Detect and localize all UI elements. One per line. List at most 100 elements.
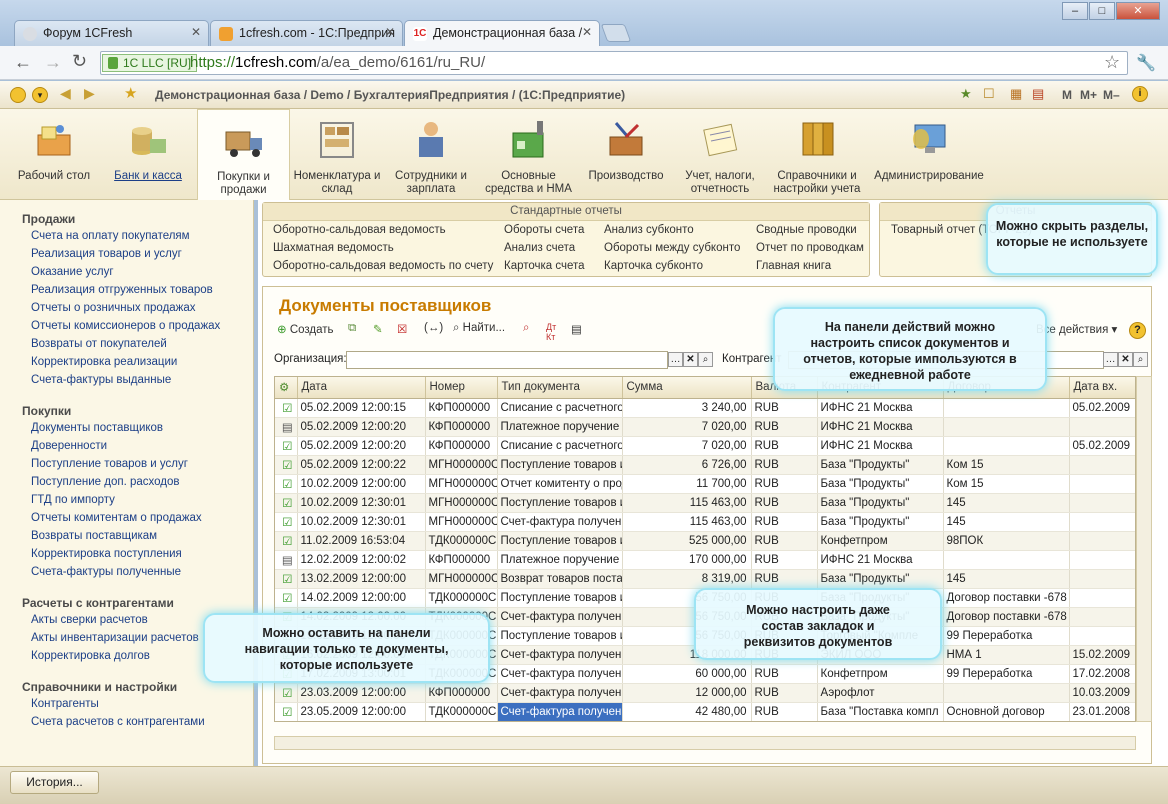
table-row[interactable]: ☑ 23.03.2009 12:00:00 КФП000000 Счет-фактур…	[275, 683, 1135, 703]
delete-mark-icon[interactable]: ☒	[397, 322, 407, 336]
nav-link[interactable]: Корректировка реализации	[31, 356, 177, 368]
close-tab-icon[interactable]: ✕	[582, 25, 592, 39]
nav-link[interactable]: Корректировка поступления	[31, 548, 182, 560]
all-actions-button[interactable]: Все действия ▾	[1036, 322, 1117, 336]
open-magnifier-icon[interactable]: ⌕	[1133, 352, 1148, 367]
column-header[interactable]: Дата	[297, 377, 426, 399]
section-production[interactable]: Производство	[583, 109, 669, 200]
close-tab-icon[interactable]: ✕	[191, 25, 201, 39]
browser-tab[interactable]: Форум 1CFresh ✕	[14, 20, 209, 46]
nav-link[interactable]: Реализация товаров и услуг	[31, 248, 182, 260]
post-icon[interactable]: (↔)	[424, 322, 443, 334]
copy-icon[interactable]: ⧉	[348, 322, 356, 335]
vertical-scrollbar[interactable]	[1136, 376, 1152, 722]
bookmark-icon[interactable]: ☐	[983, 86, 995, 102]
table-row[interactable]: ☑ 05.02.2009 12:00:22 МГН000000С Поступлени…	[275, 455, 1135, 475]
info-icon[interactable]: i	[1132, 86, 1148, 102]
security-badge[interactable]: 1C LLC [RU]	[102, 54, 198, 72]
nav-link[interactable]: Отчеты комиссионеров о продажах	[31, 320, 220, 332]
org-input[interactable]	[346, 351, 668, 369]
table-row[interactable]: ☑ 23.05.2009 12:00:00 ТДК000000С Счет-факту…	[275, 702, 1135, 721]
clear-icon[interactable]: ✕	[1118, 352, 1133, 367]
close-tab-icon[interactable]: ✕	[385, 25, 395, 39]
nav-link[interactable]: Отчеты комитентам о продажах	[31, 512, 202, 524]
minimize-button[interactable]: –	[1062, 2, 1088, 20]
memory-mminus-button[interactable]: M–	[1103, 88, 1120, 102]
nav-link[interactable]: Документы поставщиков	[31, 422, 163, 434]
dropdown-menu-icon[interactable]: ▾	[32, 87, 48, 103]
1c-menu-icon[interactable]	[10, 87, 26, 103]
table-row[interactable]: ☑ 05.02.2009 12:00:15 КФП000000 Списание с …	[275, 398, 1135, 418]
section-references[interactable]: Справочники и настройки учета	[770, 109, 864, 200]
nav-link[interactable]: Счета-фактуры выданные	[31, 374, 171, 386]
close-window-button[interactable]: ✕	[1116, 2, 1160, 20]
table-row[interactable]: ☑ 10.02.2009 12:30:01 МГН000000С Поступлени…	[275, 493, 1135, 513]
favorites-star-icon[interactable]: ★	[124, 84, 137, 102]
table-row[interactable]: ☑ 13.02.2009 12:00:00 МГН000000С Возврат то…	[275, 569, 1135, 589]
report-link[interactable]: Обороты счета	[504, 224, 584, 236]
horizontal-scrollbar[interactable]	[274, 736, 1136, 750]
section-fixed-assets[interactable]: Основные средства и НМА	[482, 109, 575, 200]
report-link[interactable]: Оборотно-сальдовая ведомость по счету	[273, 260, 493, 272]
report-link[interactable]: Анализ счета	[504, 242, 575, 254]
browser-tab[interactable]: 1cfresh.com - 1С:Предприя ✕	[210, 20, 403, 46]
report-link[interactable]: Сводные проводки	[756, 224, 857, 236]
report-link[interactable]: Карточка счета	[504, 260, 585, 272]
edit-pencil-icon[interactable]: ✎	[373, 322, 383, 336]
nav-link[interactable]: Счета расчетов с контрагентами	[31, 716, 205, 728]
section-purchases-sales[interactable]: Покупки и продажи	[197, 109, 290, 200]
forward-arrow-icon[interactable]: →	[44, 52, 62, 73]
section-employees[interactable]: Сотрудники и зарплата	[386, 109, 476, 200]
forward-icon[interactable]: ▶	[84, 85, 95, 102]
nav-link[interactable]: Оказание услуг	[31, 266, 114, 278]
select-dots-button[interactable]: …	[1103, 352, 1118, 367]
section-administration[interactable]: Администрирование	[872, 109, 986, 200]
add-favorite-icon[interactable]: ★	[960, 86, 972, 102]
find-button[interactable]: ⌕ Найти...	[453, 322, 505, 335]
report-link[interactable]: Отчет по проводкам	[756, 242, 864, 254]
nav-link[interactable]: ГТД по импорту	[31, 494, 115, 506]
create-button[interactable]: ⊕ Создать	[277, 322, 334, 336]
help-button[interactable]: ?	[1129, 322, 1146, 339]
section-desktop[interactable]: Рабочий стол	[10, 109, 98, 200]
nav-link[interactable]: Возвраты поставщикам	[31, 530, 157, 542]
report-link[interactable]: Обороты между субконто	[604, 242, 740, 254]
maximize-button[interactable]: □	[1089, 2, 1115, 20]
calendar-icon[interactable]: ▤	[1032, 86, 1044, 102]
column-header[interactable]: Тип документа	[497, 377, 623, 399]
nav-link[interactable]: Поступление товаров и услуг	[31, 458, 188, 470]
nav-link[interactable]: Счета на оплату покупателям	[31, 230, 190, 242]
nav-link[interactable]: Корректировка долгов	[31, 650, 150, 662]
table-row[interactable]: ☑ 11.02.2009 16:53:04 ТДК000000С Поступлени…	[275, 531, 1135, 551]
back-arrow-icon[interactable]: ←	[14, 52, 32, 73]
report-link[interactable]: Карточка субконто	[604, 260, 703, 272]
memory-mplus-button[interactable]: M+	[1080, 88, 1097, 102]
report-link[interactable]: Оборотно-сальдовая ведомость	[273, 224, 446, 236]
nav-link[interactable]: Реализация отгруженных товаров	[31, 284, 213, 296]
report-link[interactable]: Анализ субконто	[604, 224, 694, 236]
section-nomenclature[interactable]: Номенклатура и склад	[292, 109, 382, 200]
url-text[interactable]: https://1cfresh.com/a/ea_demo/6161/ru_RU…	[190, 54, 485, 71]
nav-link[interactable]: Акты инвентаризации расчетов	[31, 632, 199, 644]
open-magnifier-icon[interactable]: ⌕	[698, 352, 713, 367]
section-accounting[interactable]: Учет, налоги, отчетность	[677, 109, 763, 200]
table-row[interactable]: ☑ 05.02.2009 12:00:20 КФП000000 Списание с …	[275, 436, 1135, 456]
nav-link[interactable]: Доверенности	[31, 440, 107, 452]
memory-m-button[interactable]: M	[1062, 88, 1072, 102]
clear-icon[interactable]: ✕	[683, 352, 698, 367]
debit-credit-icon[interactable]: Дт Кт	[546, 322, 556, 342]
table-row[interactable]: ▤ 12.02.2009 12:00:02 КФП000000 Платежное п…	[275, 550, 1135, 570]
nav-link[interactable]: Счета-фактуры полученные	[31, 566, 181, 578]
calculator-icon[interactable]: ▦	[1010, 86, 1022, 102]
column-header[interactable]: Сумма	[622, 377, 752, 399]
column-header[interactable]: Номер	[425, 377, 498, 399]
select-dots-button[interactable]: …	[668, 352, 683, 367]
nav-link[interactable]: Отчеты о розничных продажах	[31, 302, 196, 314]
nav-link[interactable]: Контрагенты	[31, 698, 99, 710]
document-icon[interactable]: ▤	[571, 322, 582, 336]
table-row[interactable]: ☑ 10.02.2009 12:30:01 МГН000000С Счет-факту…	[275, 512, 1135, 532]
wrench-icon[interactable]: 🔧	[1136, 53, 1156, 73]
nav-link[interactable]: Акты сверки расчетов	[31, 614, 148, 626]
reload-icon[interactable]: ↻	[72, 51, 87, 72]
column-settings-icon[interactable]: ⚙	[275, 377, 298, 399]
